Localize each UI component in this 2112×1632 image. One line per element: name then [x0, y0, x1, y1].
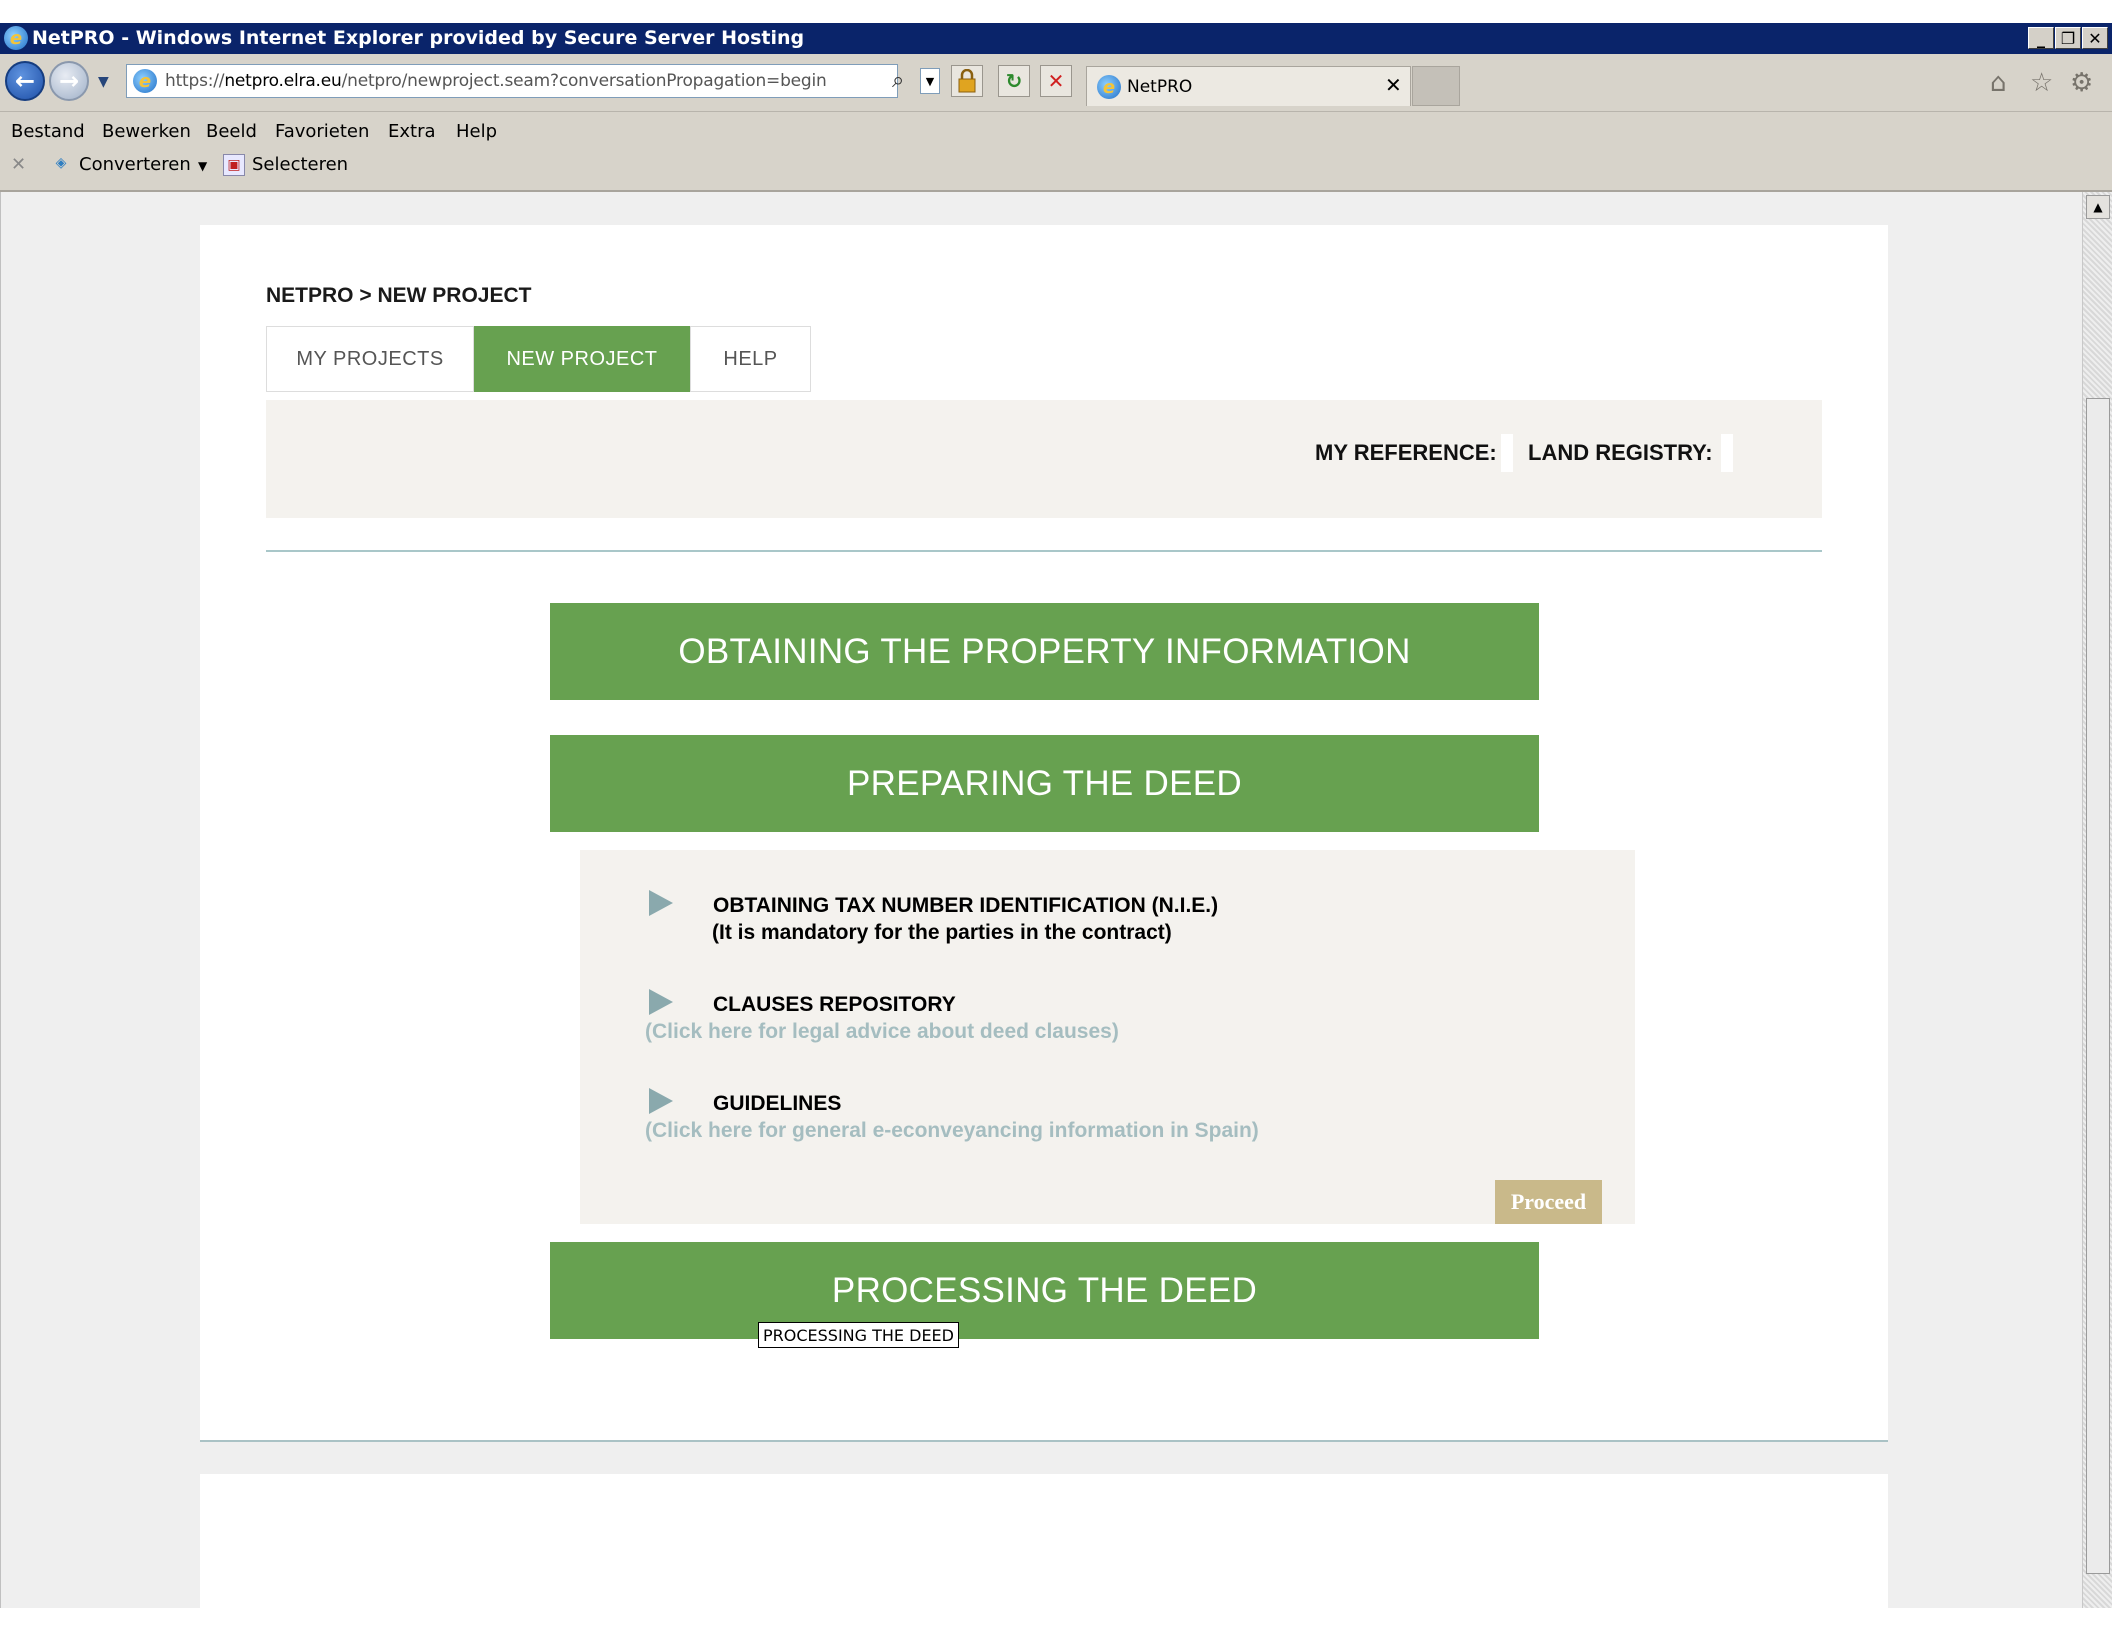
section-processing-deed[interactable]: PROCESSING THE DEED — [550, 1242, 1539, 1339]
menu-help[interactable]: Help — [456, 121, 497, 142]
scroll-up-icon[interactable]: ▲ — [2086, 195, 2110, 219]
tab-ie-icon: e — [1097, 75, 1121, 99]
proceed-button[interactable]: Proceed — [1495, 1180, 1602, 1224]
footer-divider — [200, 1440, 1888, 1442]
window-title: NetPRO - Windows Internet Explorer provi… — [32, 27, 805, 49]
page-tabs: MY PROJECTS NEW PROJECT HELP — [266, 326, 811, 392]
menu-favorieten[interactable]: Favorieten — [275, 121, 369, 142]
menu-bar: Bestand Bewerken Beeld Favorieten Extra … — [0, 112, 2112, 192]
tab-new-project[interactable]: NEW PROJECT — [474, 326, 690, 392]
tab-title: NetPRO — [1127, 77, 1193, 97]
my-reference-label: MY REFERENCE: — [1315, 440, 1497, 465]
forward-button[interactable]: → — [49, 61, 89, 101]
section-preparing-deed[interactable]: PREPARING THE DEED — [550, 735, 1539, 832]
address-bar[interactable]: e https://netpro.elra.eu/netpro/newproje… — [126, 64, 898, 98]
refresh-icon[interactable]: ↻ — [998, 65, 1030, 97]
close-toolbar-icon[interactable]: ✕ — [11, 154, 26, 175]
play-icon — [649, 989, 673, 1015]
menu-beeld[interactable]: Beeld — [206, 121, 257, 142]
tab-help[interactable]: HELP — [690, 326, 811, 392]
back-button[interactable]: ← — [5, 61, 45, 101]
window-titlebar: e NetPRO - Windows Internet Explorer pro… — [0, 23, 2112, 54]
convert-button[interactable]: Converteren — [79, 154, 191, 175]
url-text[interactable]: https://netpro.elra.eu/netpro/newproject… — [165, 71, 827, 91]
select-icon: ▣ — [223, 154, 245, 176]
home-icon[interactable]: ⌂ — [1990, 68, 2007, 98]
gear-icon[interactable]: ⚙ — [2070, 68, 2093, 98]
menu-bestand[interactable]: Bestand — [11, 121, 85, 142]
history-dropdown-icon[interactable]: ▼ — [98, 74, 109, 90]
land-registry-label: LAND REGISTRY: — [1528, 440, 1713, 465]
convert-dropdown-icon[interactable]: ▼ — [198, 159, 207, 173]
clauses-link[interactable]: (Click here for legal advice about deed … — [645, 1020, 1119, 1044]
scroll-thumb[interactable] — [2086, 398, 2110, 1574]
ie-icon: e — [4, 26, 28, 50]
footer-panel — [200, 1474, 1888, 1608]
back-icon: ← — [14, 67, 36, 95]
menu-bewerken[interactable]: Bewerken — [102, 121, 191, 142]
play-icon — [649, 890, 673, 916]
browser-tab[interactable]: e NetPRO ✕ — [1086, 66, 1411, 106]
lock-icon[interactable] — [951, 65, 983, 97]
guidelines-title[interactable]: GUIDELINES — [713, 1092, 841, 1116]
stop-icon[interactable]: ✕ — [1040, 65, 1072, 97]
clauses-title[interactable]: CLAUSES REPOSITORY — [713, 993, 956, 1017]
my-reference-value — [1501, 434, 1513, 472]
section-divider — [266, 550, 1822, 552]
preparing-deed-panel: OBTAINING TAX NUMBER IDENTIFICATION (N.I… — [580, 850, 1635, 1224]
select-button[interactable]: Selecteren — [252, 154, 348, 175]
minimize-button[interactable]: _ — [2028, 27, 2054, 49]
close-window-button[interactable]: ✕ — [2082, 27, 2108, 49]
forward-icon: → — [58, 67, 80, 95]
guidelines-link[interactable]: (Click here for general e-econveyancing … — [645, 1119, 1259, 1143]
section-property-information[interactable]: OBTAINING THE PROPERTY INFORMATION — [550, 603, 1539, 700]
tab-my-projects[interactable]: MY PROJECTS — [266, 326, 474, 392]
menu-extra[interactable]: Extra — [388, 121, 436, 142]
vertical-scrollbar[interactable]: ▲ — [2082, 192, 2112, 1608]
restore-button[interactable]: ❐ — [2055, 27, 2081, 49]
nie-title[interactable]: OBTAINING TAX NUMBER IDENTIFICATION (N.I… — [713, 894, 1218, 918]
nie-subtitle: (It is mandatory for the parties in the … — [712, 921, 1172, 944]
search-icon[interactable]: ⌕ — [892, 68, 904, 93]
page-ie-icon: e — [133, 69, 157, 93]
tooltip: PROCESSING THE DEED — [758, 1322, 959, 1348]
new-tab-button[interactable] — [1412, 66, 1460, 106]
convert-icon: ◈ — [55, 155, 67, 171]
navigation-bar: ← → ▼ e https://netpro.elra.eu/netpro/ne… — [0, 54, 2112, 112]
breadcrumb: NETPRO > NEW PROJECT — [266, 284, 532, 307]
address-dropdown-button[interactable]: ▼ — [920, 68, 940, 94]
tab-close-icon[interactable]: ✕ — [1385, 73, 1402, 97]
reference-bar: MY REFERENCE: LAND REGISTRY: — [266, 400, 1822, 518]
play-icon — [649, 1088, 673, 1114]
land-registry-value — [1721, 434, 1733, 472]
star-icon[interactable]: ☆ — [2030, 68, 2053, 98]
